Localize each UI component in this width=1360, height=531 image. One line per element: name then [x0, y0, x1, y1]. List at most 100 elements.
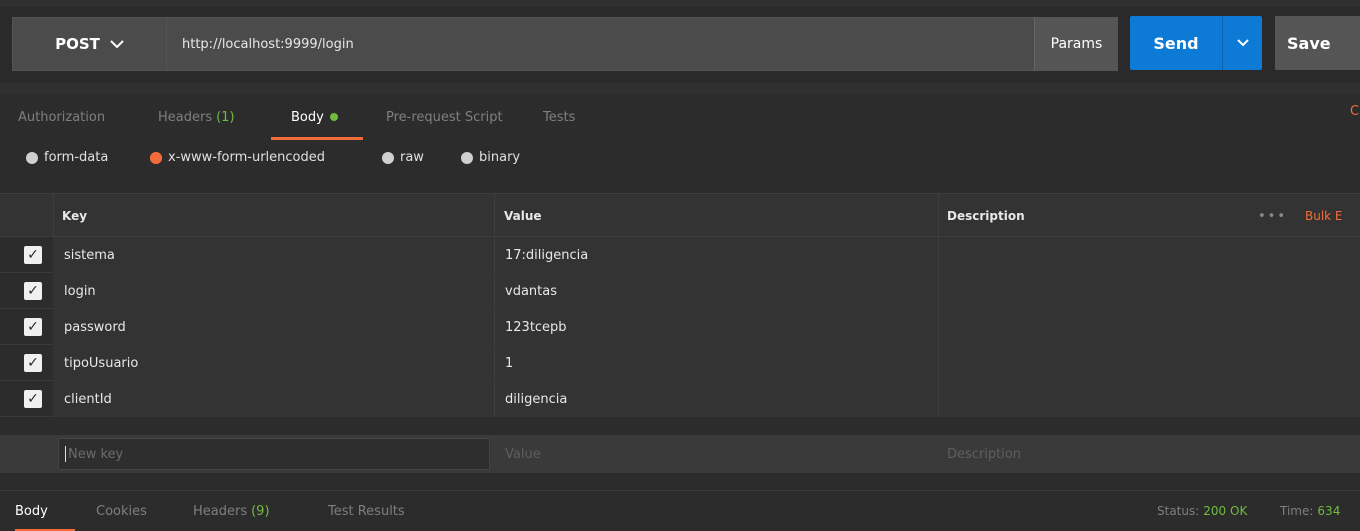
response-tab-test-results[interactable]: Test Results — [328, 491, 405, 531]
radio-binary[interactable]: binary — [461, 150, 520, 165]
time-value: 634 — [1317, 504, 1341, 518]
response-status: Status: 200 OK — [1157, 491, 1247, 531]
radio-x-www-form-urlencoded[interactable]: x-www-form-urlencoded — [150, 150, 325, 165]
column-divider — [938, 194, 939, 236]
more-options-icon[interactable]: ••• — [1258, 194, 1287, 238]
column-divider — [494, 194, 495, 236]
checkbox-checked-icon[interactable]: ✓ — [24, 318, 42, 336]
method-dropdown[interactable]: POST — [12, 17, 167, 71]
column-divider — [494, 309, 495, 344]
row-value[interactable]: 123tcepb — [505, 309, 567, 345]
cookies-code-link[interactable]: C — [1350, 104, 1359, 119]
tab-label: Pre-request Script — [386, 109, 503, 125]
response-tab-headers[interactable]: Headers (9) — [193, 491, 270, 531]
chevron-down-icon — [110, 35, 124, 53]
response-tab-cookies[interactable]: Cookies — [96, 491, 147, 531]
column-divider — [938, 309, 939, 344]
column-divider — [938, 345, 939, 380]
radio-form-data[interactable]: form-data — [26, 150, 108, 165]
radio-label: x-www-form-urlencoded — [168, 150, 326, 165]
radio-raw[interactable]: raw — [382, 150, 424, 165]
table-row: ✓ clientId diligencia — [0, 381, 1360, 417]
tab-authorization[interactable]: Authorization — [18, 94, 105, 140]
time-label: Time: — [1280, 504, 1314, 518]
request-tabs: Authorization Headers (1) Body Pre-reque… — [0, 94, 1360, 140]
send-button[interactable]: Send — [1130, 16, 1222, 70]
tab-body[interactable]: Body — [291, 94, 338, 140]
radio-label: raw — [400, 150, 424, 165]
table-row: ✓ sistema 17:diligencia — [0, 237, 1360, 273]
tab-label: Body — [291, 109, 324, 125]
status-value: 200 OK — [1203, 504, 1248, 518]
new-value-input[interactable]: Value — [505, 435, 541, 473]
column-divider — [938, 237, 939, 272]
row-key[interactable]: password — [64, 309, 126, 345]
radio-label: form-data — [44, 150, 109, 165]
row-background — [53, 273, 1360, 309]
radio-circle-icon — [26, 151, 38, 164]
tab-label: Body — [15, 503, 48, 519]
column-divider — [494, 273, 495, 308]
tab-label: Headers — [158, 109, 213, 125]
row-background — [53, 237, 1360, 273]
column-divider — [938, 381, 939, 416]
row-key[interactable]: tipoUsuario — [64, 345, 138, 381]
status-label: Status: — [1157, 504, 1200, 518]
tab-label: Tests — [543, 109, 576, 125]
tab-label: Headers — [193, 503, 248, 519]
row-key[interactable]: clientId — [64, 381, 112, 417]
tab-label: Cookies — [96, 503, 147, 519]
request-bar: POST http://localhost:9999/login Params … — [0, 0, 1360, 94]
row-background — [53, 345, 1360, 381]
radio-checked-icon — [150, 151, 162, 164]
new-key-input[interactable]: New key — [58, 438, 490, 470]
table-row: ✓ password 123tcepb — [0, 309, 1360, 345]
row-background — [53, 381, 1360, 417]
radio-label: binary — [479, 150, 521, 165]
active-dot-icon — [329, 113, 338, 121]
tab-tests[interactable]: Tests — [543, 94, 575, 140]
row-background — [53, 309, 1360, 345]
new-row: New key Value Description — [0, 435, 1360, 473]
column-divider — [494, 237, 495, 272]
chevron-down-icon — [1236, 36, 1249, 51]
row-key[interactable]: login — [64, 273, 96, 309]
response-tab-body[interactable]: Body — [15, 491, 48, 531]
active-tab-indicator — [271, 137, 363, 140]
bulk-edit-link[interactable]: Bulk E — [1305, 194, 1343, 238]
row-value[interactable]: diligencia — [505, 381, 567, 417]
tab-label: Authorization — [18, 109, 106, 125]
table-row: ✓ tipoUsuario 1 — [0, 345, 1360, 381]
row-value[interactable]: 1 — [505, 345, 513, 381]
table-header: Key Value Description ••• Bulk E — [0, 193, 1360, 237]
column-header-description: Description — [947, 209, 1025, 223]
column-divider — [938, 273, 939, 308]
table-row: ✓ login vdantas — [0, 273, 1360, 309]
checkbox-checked-icon[interactable]: ✓ — [24, 390, 42, 408]
column-divider — [53, 194, 54, 236]
tab-count-badge: (9) — [251, 503, 270, 519]
tab-count-badge: (1) — [216, 109, 235, 125]
checkbox-checked-icon[interactable]: ✓ — [24, 282, 42, 300]
checkbox-checked-icon[interactable]: ✓ — [24, 246, 42, 264]
radio-circle-icon — [382, 151, 394, 164]
column-header-key: Key — [62, 209, 88, 223]
params-button[interactable]: Params — [1034, 17, 1118, 71]
row-key[interactable]: sistema — [64, 237, 115, 273]
row-value[interactable]: vdantas — [505, 273, 557, 309]
row-value[interactable]: 17:diligencia — [505, 237, 588, 273]
new-description-input[interactable]: Description — [947, 435, 1021, 473]
tab-headers[interactable]: Headers (1) — [158, 94, 235, 140]
method-label: POST — [55, 35, 100, 53]
checkbox-checked-icon[interactable]: ✓ — [24, 354, 42, 372]
column-divider — [494, 381, 495, 416]
column-header-value: Value — [504, 209, 542, 223]
tab-label: Test Results — [328, 503, 405, 519]
tab-pre-request-script[interactable]: Pre-request Script — [386, 94, 503, 140]
response-bar: Body Cookies Headers (9) Test Results St… — [0, 490, 1360, 531]
response-time: Time: 634 — [1280, 491, 1340, 531]
save-button[interactable]: Save — [1275, 16, 1360, 70]
radio-circle-icon — [461, 151, 473, 164]
send-options-button[interactable] — [1222, 16, 1262, 70]
url-input[interactable]: http://localhost:9999/login — [167, 17, 1118, 71]
